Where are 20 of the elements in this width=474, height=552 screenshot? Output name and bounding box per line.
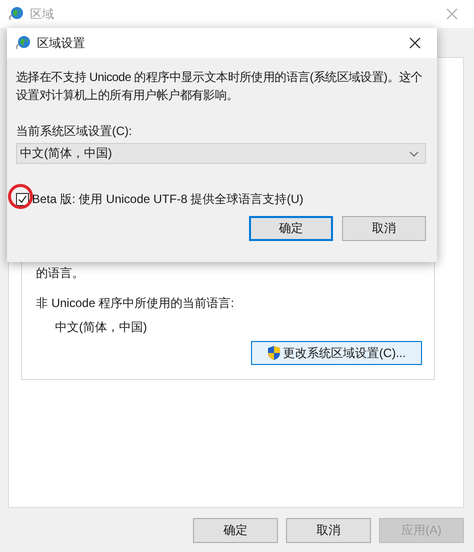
dialog-title: 区域设置 [37, 34, 85, 52]
current-language: 中文(简体，中国) [54, 319, 148, 335]
locale-dropdown[interactable]: 中文(简体，中国) [16, 143, 426, 164]
dialog-button[interactable]: 取消 [342, 216, 426, 241]
globe-icon [15, 35, 31, 51]
globe-icon [8, 6, 24, 22]
label: 非 Unicode 程序中所使用的当前语言: [36, 295, 236, 311]
description-text: 选择在不支持 Unicode 的程序中显示文本时所使用的语言(系统区域设置)。这个设置对计算机上的所有用户帐户都有影响。 [16, 69, 424, 104]
close-button[interactable] [409, 37, 421, 49]
shield-icon [267, 345, 282, 361]
checkbox[interactable] [16, 192, 29, 206]
dialog-button[interactable]: 确定 [249, 216, 333, 241]
change-locale-button[interactable]: 更改系统区域设置(C)... [251, 341, 422, 365]
window-title: 区域 [30, 6, 54, 22]
label: 当前系统区域设置(C): [16, 123, 133, 139]
checkbox-label[interactable]: Beta 版: 使用 Unicode UTF-8 提供全球语言支持(U) [32, 191, 304, 207]
dialog-button[interactable]: 取消 [286, 518, 371, 543]
description-text: 的语言。 [36, 265, 85, 281]
caret-icon [409, 150, 419, 156]
dialog-button[interactable]: 确定 [193, 518, 278, 543]
